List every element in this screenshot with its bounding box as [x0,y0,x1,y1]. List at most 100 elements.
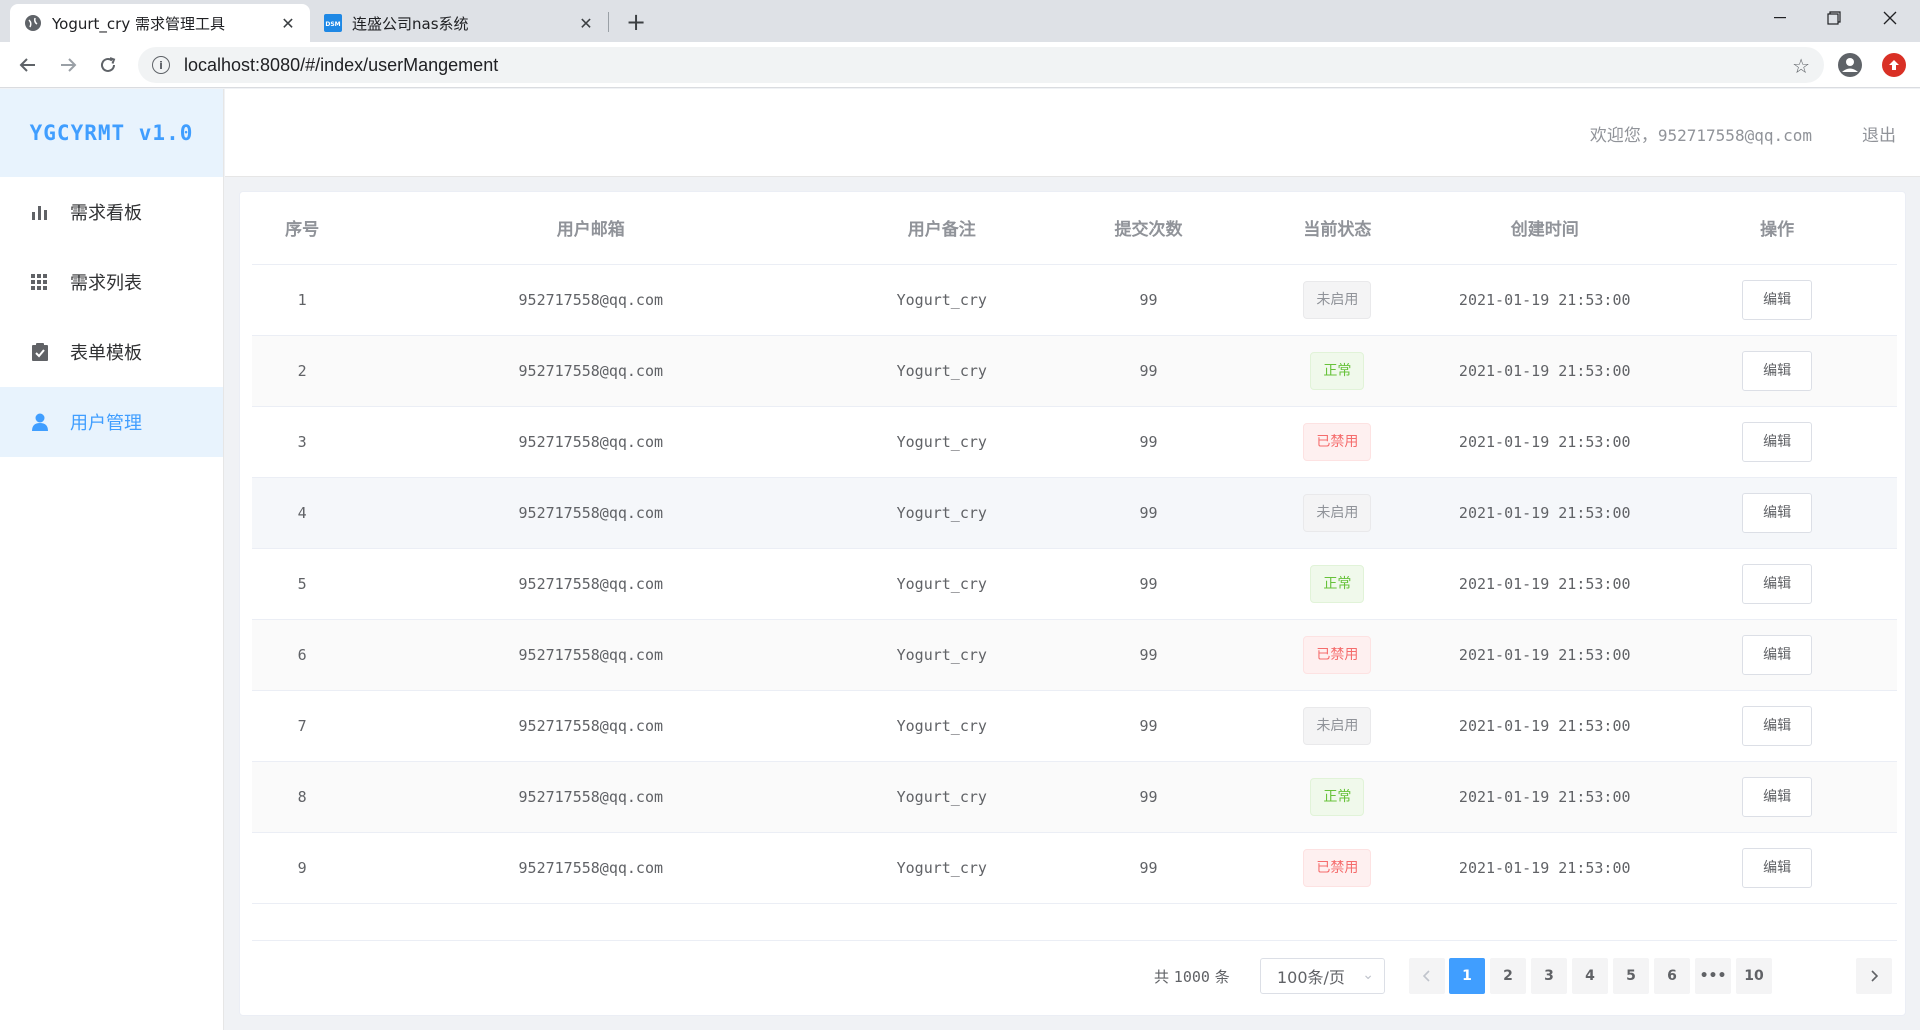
row-action-cell: 编辑 [1657,264,1897,336]
next-page-button[interactable] [1856,958,1892,994]
edit-button[interactable]: 编辑 [1742,847,1813,888]
row-action-cell: 编辑 [1657,406,1897,478]
page-number-button[interactable]: 5 [1613,958,1649,994]
row-index-cell: 2 [252,335,353,407]
table-row: 2 952717558@qq.com Yogurt_cry 99 正常 2021-01-1… [252,335,1897,407]
row-index-cell: 6 [252,619,353,691]
row-email-cell: 952717558@qq.com [352,761,830,833]
welcome-message: 欢迎您，952717558@qq.com [1590,121,1812,146]
row-submit-count-cell: 99 [1054,548,1243,620]
row-email: 952717558@qq.com [518,432,664,451]
row-email: 952717558@qq.com [518,858,664,877]
row-note-cell: Yogurt_cry [829,832,1055,904]
row-index: 4 [297,503,307,522]
close-icon[interactable]: ✕ [278,13,298,33]
sidebar-item-requirements[interactable]: 需求列表 [0,247,223,317]
row-created-time: 2021-01-19 21:53:00 [1458,716,1631,735]
window-close-icon[interactable] [1862,0,1918,36]
sidebar-item-dashboard[interactable]: 需求看板 [0,177,223,247]
edit-button[interactable]: 编辑 [1742,634,1813,675]
new-tab-icon[interactable]: + [622,8,650,36]
row-note-cell: Yogurt_cry [829,477,1055,549]
maximize-icon[interactable] [1806,0,1862,36]
edit-button[interactable]: 编辑 [1742,776,1813,817]
page-number-button[interactable]: 1 [1449,958,1485,994]
row-created-time-cell: 2021-01-19 21:53:00 [1432,761,1658,833]
welcome-prefix: 欢迎您， [1589,126,1658,146]
row-submit-count-cell: 99 [1054,690,1243,762]
row-index-cell: 1 [252,264,353,336]
row-submit-count-cell: 99 [1054,335,1243,407]
tab-title: 连盛公司nas系统 [352,14,469,33]
profile-avatar-icon[interactable] [1838,53,1862,77]
page-number-button[interactable]: 4 [1572,958,1608,994]
extension-icon[interactable] [1882,53,1906,77]
minimize-icon[interactable] [1752,0,1808,36]
row-index: 8 [297,787,307,806]
edit-button[interactable]: 编辑 [1742,350,1813,391]
row-created-time: 2021-01-19 21:53:00 [1458,787,1631,806]
row-email: 952717558@qq.com [518,645,664,664]
edit-button[interactable]: 编辑 [1742,279,1813,320]
prev-page-button[interactable] [1409,958,1445,994]
row-email-cell: 952717558@qq.com [352,335,830,407]
svg-text:DSM: DSM [325,21,340,28]
back-arrow-icon[interactable] [14,51,42,79]
reload-icon[interactable] [94,51,122,79]
row-submit-count: 99 [1139,858,1158,877]
total-count: 共 1000 条 [1154,966,1230,987]
row-email: 952717558@qq.com [518,574,664,593]
page-size-select[interactable]: 100条/页 ⌄ [1260,958,1385,994]
info-icon[interactable]: i [152,56,170,74]
total-prefix: 共 [1154,968,1170,986]
address-bar[interactable]: i localhost:8080/#/index/userMangement ☆ [138,47,1824,83]
more-pages-button[interactable]: ••• [1695,958,1731,994]
page-number-button[interactable]: 10 [1736,958,1772,994]
row-note: Yogurt_cry [896,787,987,806]
row-submit-count: 99 [1139,290,1158,309]
close-icon[interactable]: ✕ [576,13,596,33]
browser-tab-active[interactable]: Yogurt_cry 需求管理工具 ✕ [10,4,310,42]
status-badge: 已禁用 [1303,848,1372,887]
edit-button[interactable]: 编辑 [1742,563,1813,604]
browser-tab-nas[interactable]: DSM 连盛公司nas系统 ✕ [312,4,608,42]
status-badge: 未启用 [1303,280,1372,319]
row-status-cell: 未启用 [1242,264,1433,336]
row-email: 952717558@qq.com [518,361,664,380]
row-created-time-cell: 2021-01-19 21:53:00 [1432,832,1658,904]
column-header: 当前状态 [1242,192,1433,265]
row-index-cell: 7 [252,690,353,762]
page-number-button[interactable]: 6 [1654,958,1690,994]
row-index: 1 [297,290,307,309]
column-header: 操作 [1657,192,1897,265]
row-status-cell: 正常 [1242,335,1433,407]
row-created-time: 2021-01-19 21:53:00 [1458,361,1631,380]
sidebar-item-form-templates[interactable]: 表单模板 [0,317,223,387]
sidebar-item-user-management[interactable]: 用户管理 [0,387,223,457]
page-number-button[interactable]: 3 [1531,958,1567,994]
logout-link[interactable]: 退出 [1862,121,1896,146]
table-row: 8 952717558@qq.com Yogurt_cry 99 正常 2021-01-1… [252,761,1897,833]
edit-button[interactable]: 编辑 [1742,705,1813,746]
status-badge: 未启用 [1303,493,1372,532]
sidebar-item-label: 需求看板 [70,203,142,224]
column-header: 提交次数 [1054,192,1243,265]
row-email-cell: 952717558@qq.com [352,477,830,549]
edit-button[interactable]: 编辑 [1742,492,1813,533]
column-header: 用户备注 [829,192,1055,265]
globe-icon [24,14,42,32]
row-action-cell: 编辑 [1657,548,1897,620]
table-header-row: 序号 用户邮箱 用户备注 提交次数 当前状态 创建时间 操作 [252,192,1897,265]
chevron-down-icon: ⌄ [1362,967,1374,983]
edit-button[interactable]: 编辑 [1742,421,1813,462]
row-created-time-cell: 2021-01-19 21:53:00 [1432,548,1658,620]
row-index-cell: 8 [252,761,353,833]
bookmark-star-icon[interactable]: ☆ [1792,54,1810,78]
total-suffix: 条 [1214,968,1230,986]
status-badge: 已禁用 [1303,422,1372,461]
forward-arrow-icon[interactable] [54,51,82,79]
page-number-button[interactable]: 2 [1490,958,1526,994]
row-email: 952717558@qq.com [518,290,664,309]
row-created-time-cell: 2021-01-19 21:53:00 [1432,690,1658,762]
table-row: 5 952717558@qq.com Yogurt_cry 99 正常 2021-01-1… [252,548,1897,620]
